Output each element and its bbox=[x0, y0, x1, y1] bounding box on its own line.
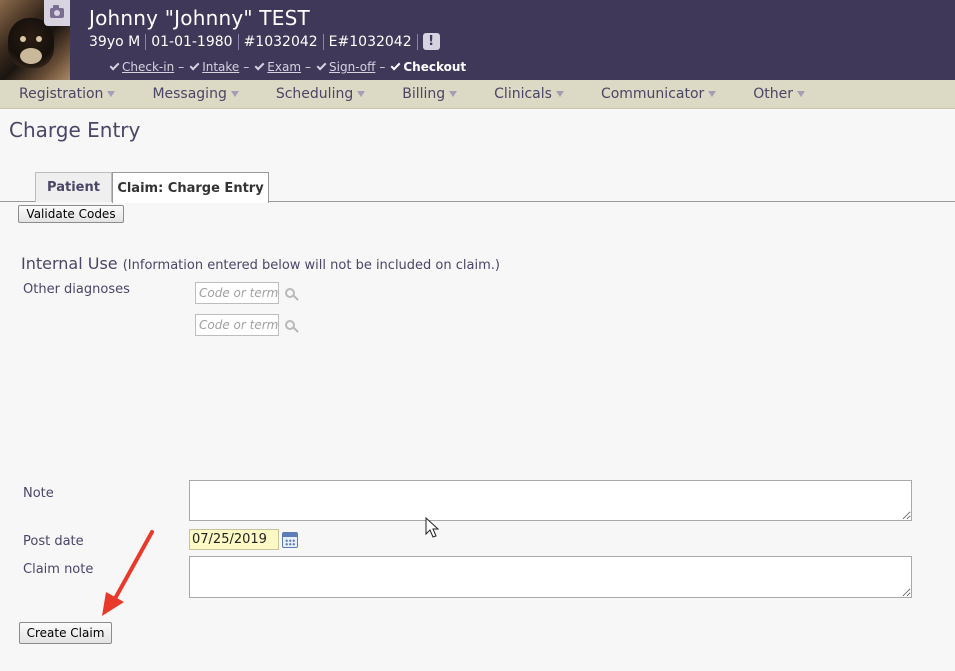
menu-clinicals[interactable]: Clinicals bbox=[475, 86, 564, 102]
note-label: Note bbox=[23, 486, 54, 501]
other-diagnoses-label: Other diagnoses bbox=[23, 282, 130, 297]
annotation-arrow-icon bbox=[102, 530, 154, 616]
caret-down-icon bbox=[107, 91, 116, 97]
workflow-link-label[interactable]: Sign-off bbox=[329, 60, 375, 74]
patient-header: Johnny "Johnny" TEST 39yo M 01-01-1980 #… bbox=[0, 0, 955, 80]
post-date-label: Post date bbox=[23, 534, 84, 549]
checkmark-icon bbox=[189, 60, 200, 71]
internal-use-note: (Information entered below will not be i… bbox=[122, 258, 500, 273]
post-date-input[interactable] bbox=[189, 529, 279, 550]
workflow-link-label[interactable]: Intake bbox=[202, 60, 239, 74]
create-claim-button[interactable]: Create Claim bbox=[19, 622, 112, 644]
patient-dob: 01-01-1980 bbox=[151, 33, 233, 50]
divider bbox=[237, 33, 239, 50]
menu-label: Clinicals bbox=[494, 86, 552, 102]
dog-eye-left bbox=[20, 36, 26, 42]
menu-label: Communicator bbox=[600, 86, 705, 102]
menu-messaging[interactable]: Messaging bbox=[133, 86, 239, 102]
menu-billing[interactable]: Billing bbox=[383, 86, 458, 102]
patient-info: 39yo M 01-01-1980 #1032042 E#1032042 ! bbox=[89, 33, 440, 50]
workflow-step-checkout[interactable]: Checkout bbox=[389, 60, 466, 74]
caret-down-icon bbox=[555, 91, 564, 97]
search-icon[interactable] bbox=[285, 288, 299, 302]
workflow-step-intake[interactable]: Intake bbox=[188, 60, 239, 74]
exclamation-badge-icon[interactable]: ! bbox=[422, 33, 440, 50]
divider bbox=[145, 33, 147, 50]
caret-down-icon bbox=[708, 91, 717, 97]
patient-chart-id: #1032042 bbox=[243, 33, 318, 50]
patient-photo[interactable] bbox=[0, 0, 70, 80]
divider bbox=[322, 33, 324, 50]
search-icon[interactable] bbox=[285, 320, 299, 334]
workflow-separator: – bbox=[178, 60, 185, 74]
patient-age-sex: 39yo M bbox=[89, 33, 141, 50]
workflow-separator: – bbox=[379, 60, 386, 74]
claim-note-label: Claim note bbox=[23, 562, 94, 577]
workflow-separator: – bbox=[243, 60, 250, 74]
workflow-step-checkin[interactable]: Check-in bbox=[108, 60, 174, 74]
main-menu-bar: Registration Messaging Scheduling Billin… bbox=[0, 80, 955, 109]
dog-eye-right bbox=[36, 36, 42, 42]
checkmark-icon bbox=[316, 60, 327, 71]
page-title: Charge Entry bbox=[9, 118, 141, 142]
menu-label: Billing bbox=[402, 86, 446, 102]
menu-label: Registration bbox=[19, 86, 104, 102]
tab-patient[interactable]: Patient bbox=[35, 172, 112, 202]
menu-label: Scheduling bbox=[275, 86, 354, 102]
workflow-separator: – bbox=[305, 60, 312, 74]
workflow-link-label[interactable]: Exam bbox=[267, 60, 301, 74]
camera-icon[interactable] bbox=[44, 0, 70, 26]
dog-snout bbox=[20, 48, 42, 64]
mouse-cursor-icon bbox=[425, 517, 439, 538]
menu-other[interactable]: Other bbox=[734, 86, 806, 102]
diagnosis-code-input-2[interactable] bbox=[195, 314, 279, 336]
claim-note-textarea[interactable] bbox=[189, 556, 912, 598]
validate-codes-button[interactable]: Validate Codes bbox=[18, 205, 124, 223]
internal-use-heading: Internal Use (Information entered below … bbox=[21, 254, 500, 273]
caret-down-icon bbox=[357, 91, 366, 97]
tab-label: Claim: Charge Entry bbox=[117, 180, 264, 196]
tab-claim-charge-entry[interactable]: Claim: Charge Entry bbox=[112, 172, 269, 203]
workflow-link-label[interactable]: Check-in bbox=[122, 60, 174, 74]
note-textarea[interactable] bbox=[189, 480, 912, 521]
caret-down-icon bbox=[449, 91, 458, 97]
workflow-current-label[interactable]: Checkout bbox=[403, 60, 466, 74]
menu-label: Messaging bbox=[152, 86, 227, 102]
caret-down-icon bbox=[797, 91, 806, 97]
patient-e-id: E#1032042 bbox=[328, 33, 412, 50]
internal-use-title: Internal Use bbox=[21, 254, 118, 273]
menu-registration[interactable]: Registration bbox=[0, 86, 116, 102]
workflow-steps: Check-in – Intake – Exam – Sign-off – Ch… bbox=[108, 60, 466, 74]
calendar-icon[interactable] bbox=[282, 532, 298, 548]
checkmark-icon bbox=[254, 60, 265, 71]
menu-communicator[interactable]: Communicator bbox=[582, 86, 717, 102]
menu-scheduling[interactable]: Scheduling bbox=[257, 86, 366, 102]
menu-label: Other bbox=[753, 86, 794, 102]
caret-down-icon bbox=[230, 91, 239, 97]
diagnosis-code-input-1[interactable] bbox=[195, 282, 279, 304]
tab-label: Patient bbox=[47, 180, 100, 195]
divider bbox=[416, 33, 418, 50]
tab-bar: Patient Claim: Charge Entry bbox=[0, 172, 955, 203]
patient-name: Johnny "Johnny" TEST bbox=[89, 6, 310, 30]
workflow-step-signoff[interactable]: Sign-off bbox=[315, 60, 375, 74]
workflow-step-exam[interactable]: Exam bbox=[253, 60, 301, 74]
checkmark-icon bbox=[109, 60, 120, 71]
checkmark-icon bbox=[390, 60, 401, 71]
